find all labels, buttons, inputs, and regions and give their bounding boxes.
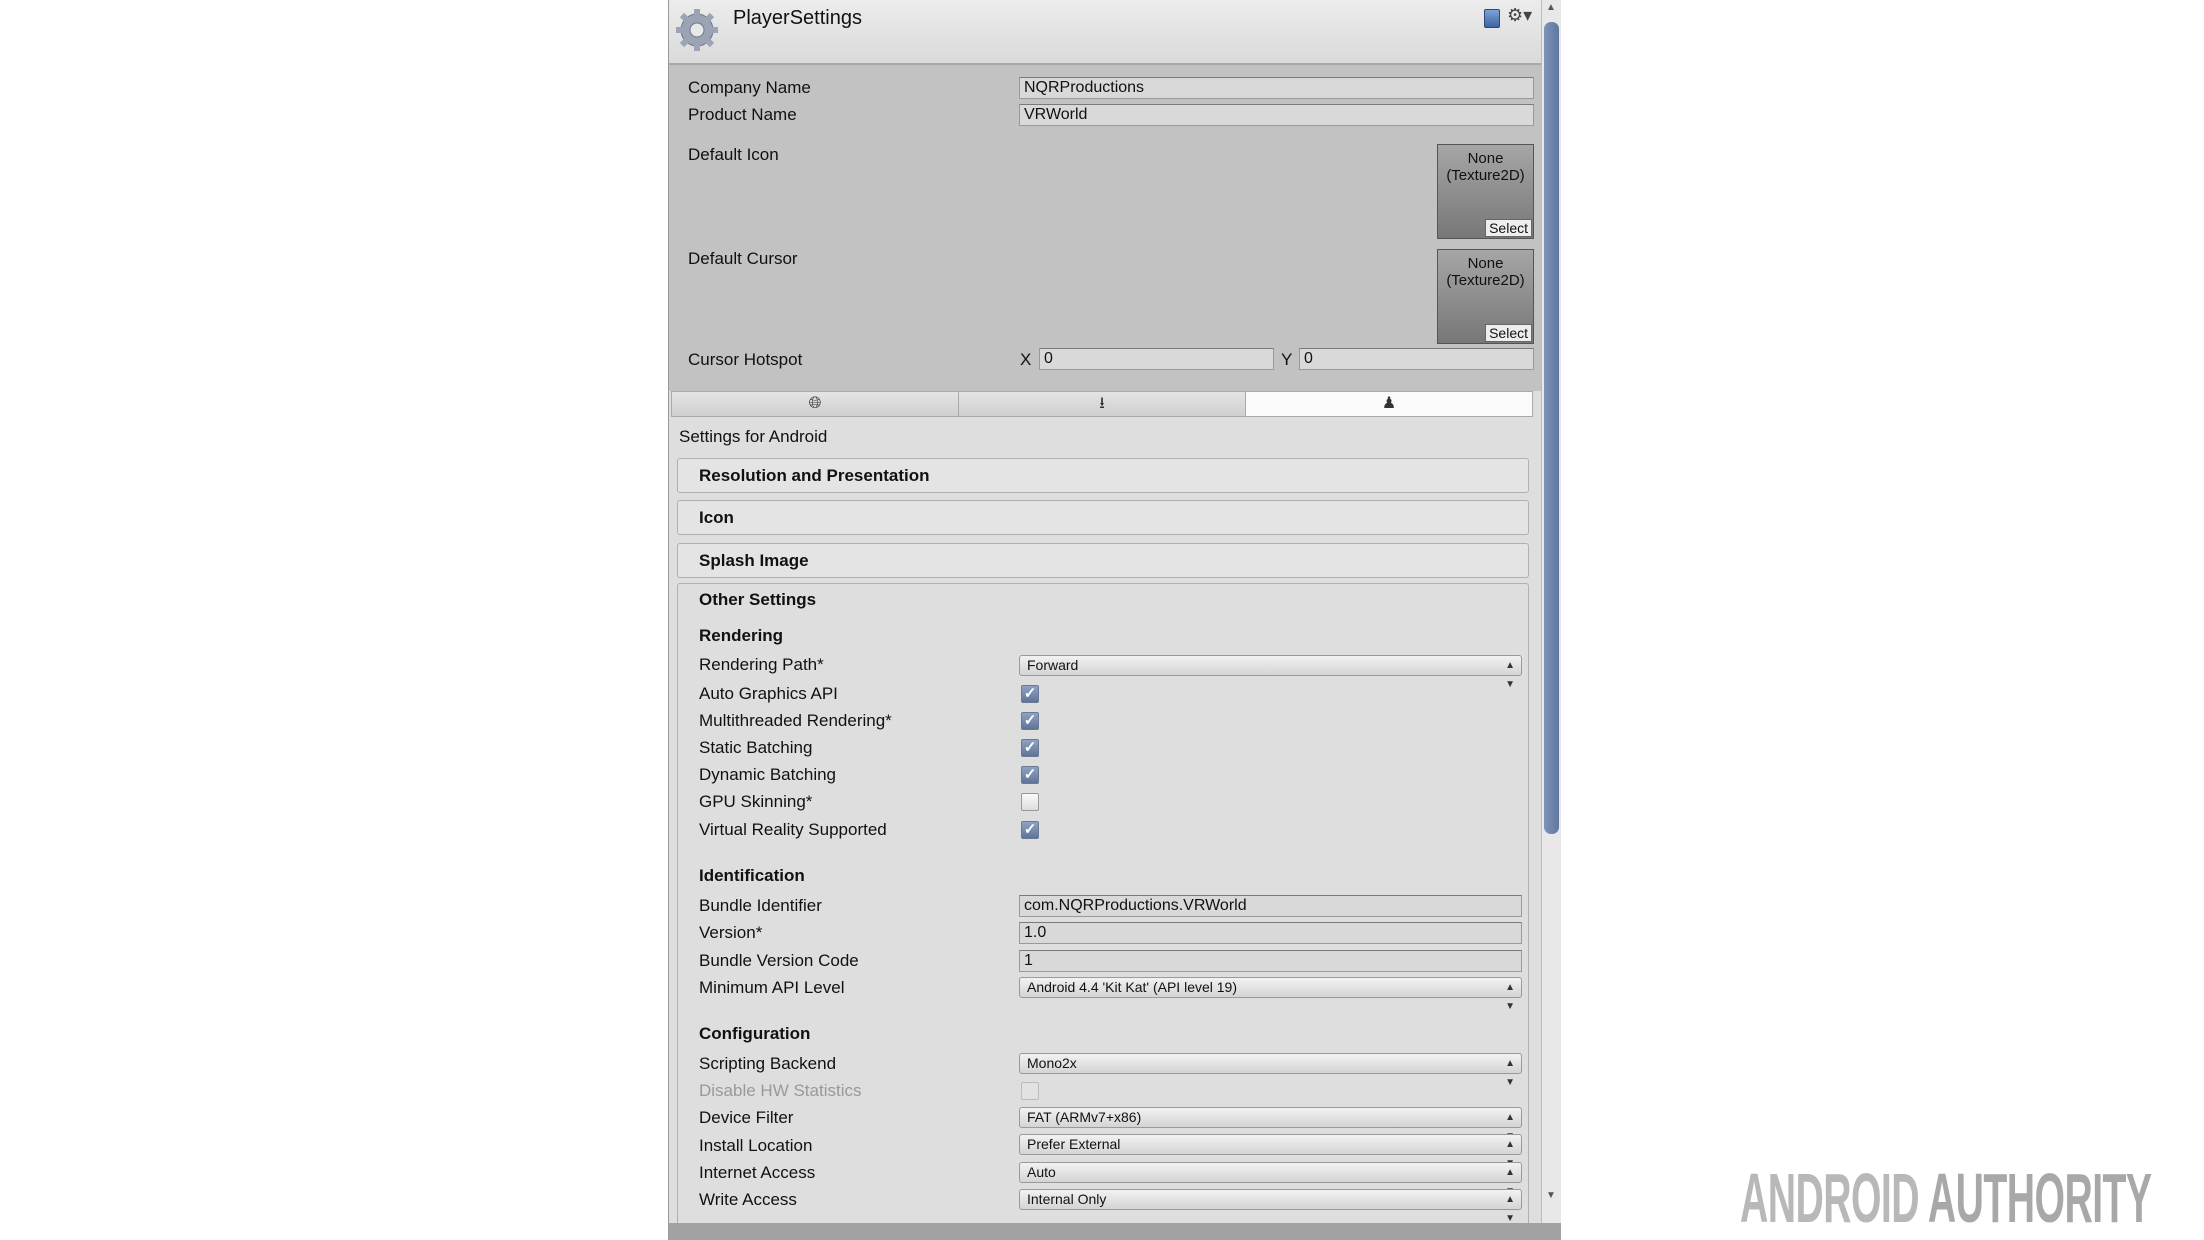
checkbox-label: Dynamic Batching bbox=[699, 765, 837, 784]
hotspot-y-label: Y bbox=[1281, 350, 1293, 369]
gear-icon bbox=[676, 9, 718, 51]
dropdown-arrow-icon: ▲▼ bbox=[1505, 660, 1515, 690]
version-label: Version* bbox=[699, 923, 763, 942]
scroll-down-icon[interactable]: ▼ bbox=[1546, 1190, 1556, 1201]
write-access-label: Write Access bbox=[699, 1190, 797, 1209]
rendering-path-label: Rendering Path* bbox=[699, 655, 824, 674]
company-name-input[interactable]: NQRProductions bbox=[1019, 77, 1534, 99]
install-location-label: Install Location bbox=[699, 1136, 813, 1155]
device-filter-label: Device Filter bbox=[699, 1108, 794, 1127]
hotspot-y-input[interactable]: 0 bbox=[1299, 348, 1534, 370]
globe-icon: 🌐︎ bbox=[808, 395, 822, 412]
default-cursor-label: Default Cursor bbox=[688, 249, 798, 268]
texture-type-text: (Texture2D) bbox=[1446, 272, 1525, 289]
scroll-up-icon[interactable]: ▲ bbox=[1546, 2, 1556, 13]
dropdown-value: Prefer External bbox=[1027, 1136, 1121, 1152]
tab-android[interactable]: ♟ bbox=[1245, 391, 1533, 417]
hotspot-x-label: X bbox=[1020, 350, 1032, 369]
dropdown-value: Internal Only bbox=[1027, 1191, 1107, 1207]
dropdown-value: Auto bbox=[1027, 1164, 1056, 1180]
minimum-api-label: Minimum API Level bbox=[699, 978, 845, 997]
section-other-settings[interactable]: Other Settings bbox=[699, 590, 816, 610]
multithreaded-rendering-checkbox[interactable]: ✓ bbox=[1021, 712, 1039, 730]
inspector-title: PlayerSettings bbox=[733, 7, 862, 29]
checkbox-label: Auto Graphics API bbox=[699, 684, 838, 703]
company-name-label: Company Name bbox=[688, 78, 811, 97]
select-button[interactable]: Select bbox=[1485, 324, 1532, 342]
download-icon: ⭳ bbox=[1099, 395, 1105, 412]
bundle-version-code-input[interactable]: 1 bbox=[1019, 950, 1522, 972]
disable-hw-statistics-label: Disable HW Statistics bbox=[699, 1081, 862, 1100]
tab-standalone[interactable]: 🌐︎ bbox=[671, 391, 959, 417]
section-icon[interactable]: Icon bbox=[677, 500, 1529, 535]
watermark-logo: ANDROID AUTHORITY bbox=[1740, 1159, 2152, 1237]
cursor-hotspot-label: Cursor Hotspot bbox=[688, 350, 803, 369]
disable-hw-statistics-checkbox[interactable] bbox=[1021, 1082, 1039, 1100]
dropdown-value: FAT (ARMv7+x86) bbox=[1027, 1109, 1142, 1125]
gpu-skinning-checkbox[interactable] bbox=[1021, 793, 1039, 811]
checkbox-label: Virtual Reality Supported bbox=[699, 820, 887, 839]
configuration-heading: Configuration bbox=[699, 1024, 811, 1043]
dropdown-arrow-icon: ▲▼ bbox=[1505, 1058, 1515, 1088]
status-bar bbox=[669, 1223, 1561, 1240]
scripting-backend-dropdown[interactable]: Mono2x ▲ ▼ bbox=[1019, 1053, 1522, 1088]
hotspot-x-input[interactable]: 0 bbox=[1039, 348, 1274, 370]
scrollbar[interactable]: ▲ ▼ bbox=[1541, 0, 1561, 1223]
dropdown-value: Forward bbox=[1027, 657, 1079, 673]
texture-none-text: None bbox=[1467, 150, 1504, 167]
android-icon: ♟ bbox=[1381, 395, 1397, 412]
bundle-identifier-label: Bundle Identifier bbox=[699, 896, 822, 915]
virtual-reality-supported-checkbox[interactable]: ✓ bbox=[1021, 821, 1039, 839]
texture-type-text: (Texture2D) bbox=[1446, 167, 1525, 184]
default-icon-field[interactable]: None (Texture2D) Select bbox=[1437, 144, 1534, 239]
default-cursor-field[interactable]: None (Texture2D) Select bbox=[1437, 249, 1534, 344]
texture-none-text: None bbox=[1467, 255, 1504, 272]
scripting-backend-label: Scripting Backend bbox=[699, 1054, 837, 1073]
general-settings: Company Name NQRProductions Product Name… bbox=[669, 65, 1541, 391]
rendering-heading: Rendering bbox=[699, 626, 784, 645]
product-name-input[interactable]: VRWorld bbox=[1019, 104, 1534, 126]
default-icon-label: Default Icon bbox=[688, 145, 779, 164]
section-resolution[interactable]: Resolution and Presentation bbox=[677, 458, 1529, 493]
settings-cog-icon[interactable]: ⚙▾ bbox=[1507, 5, 1532, 26]
scrollbar-thumb[interactable] bbox=[1544, 22, 1559, 834]
identification-heading: Identification bbox=[699, 866, 805, 885]
rendering-path-dropdown[interactable]: Forward ▲ ▼ bbox=[1019, 655, 1522, 690]
help-book-icon[interactable] bbox=[1484, 9, 1500, 28]
bundle-identifier-input[interactable]: com.NQRProductions.VRWorld bbox=[1019, 895, 1522, 917]
write-access-dropdown[interactable]: Internal Only ▲ ▼ bbox=[1019, 1189, 1522, 1224]
product-name-label: Product Name bbox=[688, 105, 797, 124]
static-batching-checkbox[interactable]: ✓ bbox=[1021, 739, 1039, 757]
internet-access-label: Internet Access bbox=[699, 1163, 816, 1182]
dynamic-batching-checkbox[interactable]: ✓ bbox=[1021, 766, 1039, 784]
dropdown-value: Mono2x bbox=[1027, 1055, 1077, 1071]
select-button[interactable]: Select bbox=[1485, 219, 1532, 237]
checkbox-label: GPU Skinning* bbox=[699, 792, 813, 811]
install-location-dropdown[interactable]: Prefer External▲▼ bbox=[1019, 1134, 1522, 1169]
device-filter-dropdown[interactable]: FAT (ARMv7+x86)▲▼ bbox=[1019, 1107, 1522, 1142]
dropdown-value: Android 4.4 'Kit Kat' (API level 19) bbox=[1027, 979, 1238, 995]
inspector-header: PlayerSettings ⚙▾ bbox=[669, 0, 1541, 65]
tab-webgl[interactable]: ⭳ bbox=[958, 391, 1246, 417]
internet-access-dropdown[interactable]: Auto▲▼ bbox=[1019, 1162, 1522, 1197]
dropdown-arrow-icon: ▲▼ bbox=[1505, 982, 1515, 1012]
checkbox-label: Static Batching bbox=[699, 738, 813, 757]
auto-graphics-api-checkbox[interactable]: ✓ bbox=[1021, 685, 1039, 703]
section-splash-image[interactable]: Splash Image bbox=[677, 543, 1529, 578]
checkbox-label: Multithreaded Rendering* bbox=[699, 711, 892, 730]
bundle-version-code-label: Bundle Version Code bbox=[699, 951, 859, 970]
minimum-api-dropdown[interactable]: Android 4.4 'Kit Kat' (API level 19) ▲ ▼ bbox=[1019, 977, 1522, 1012]
version-input[interactable]: 1.0 bbox=[1019, 922, 1522, 944]
settings-for-label: Settings for Android bbox=[679, 427, 828, 446]
player-settings-inspector: PlayerSettings ⚙▾ Company Name NQRProduc… bbox=[668, 0, 1561, 1240]
